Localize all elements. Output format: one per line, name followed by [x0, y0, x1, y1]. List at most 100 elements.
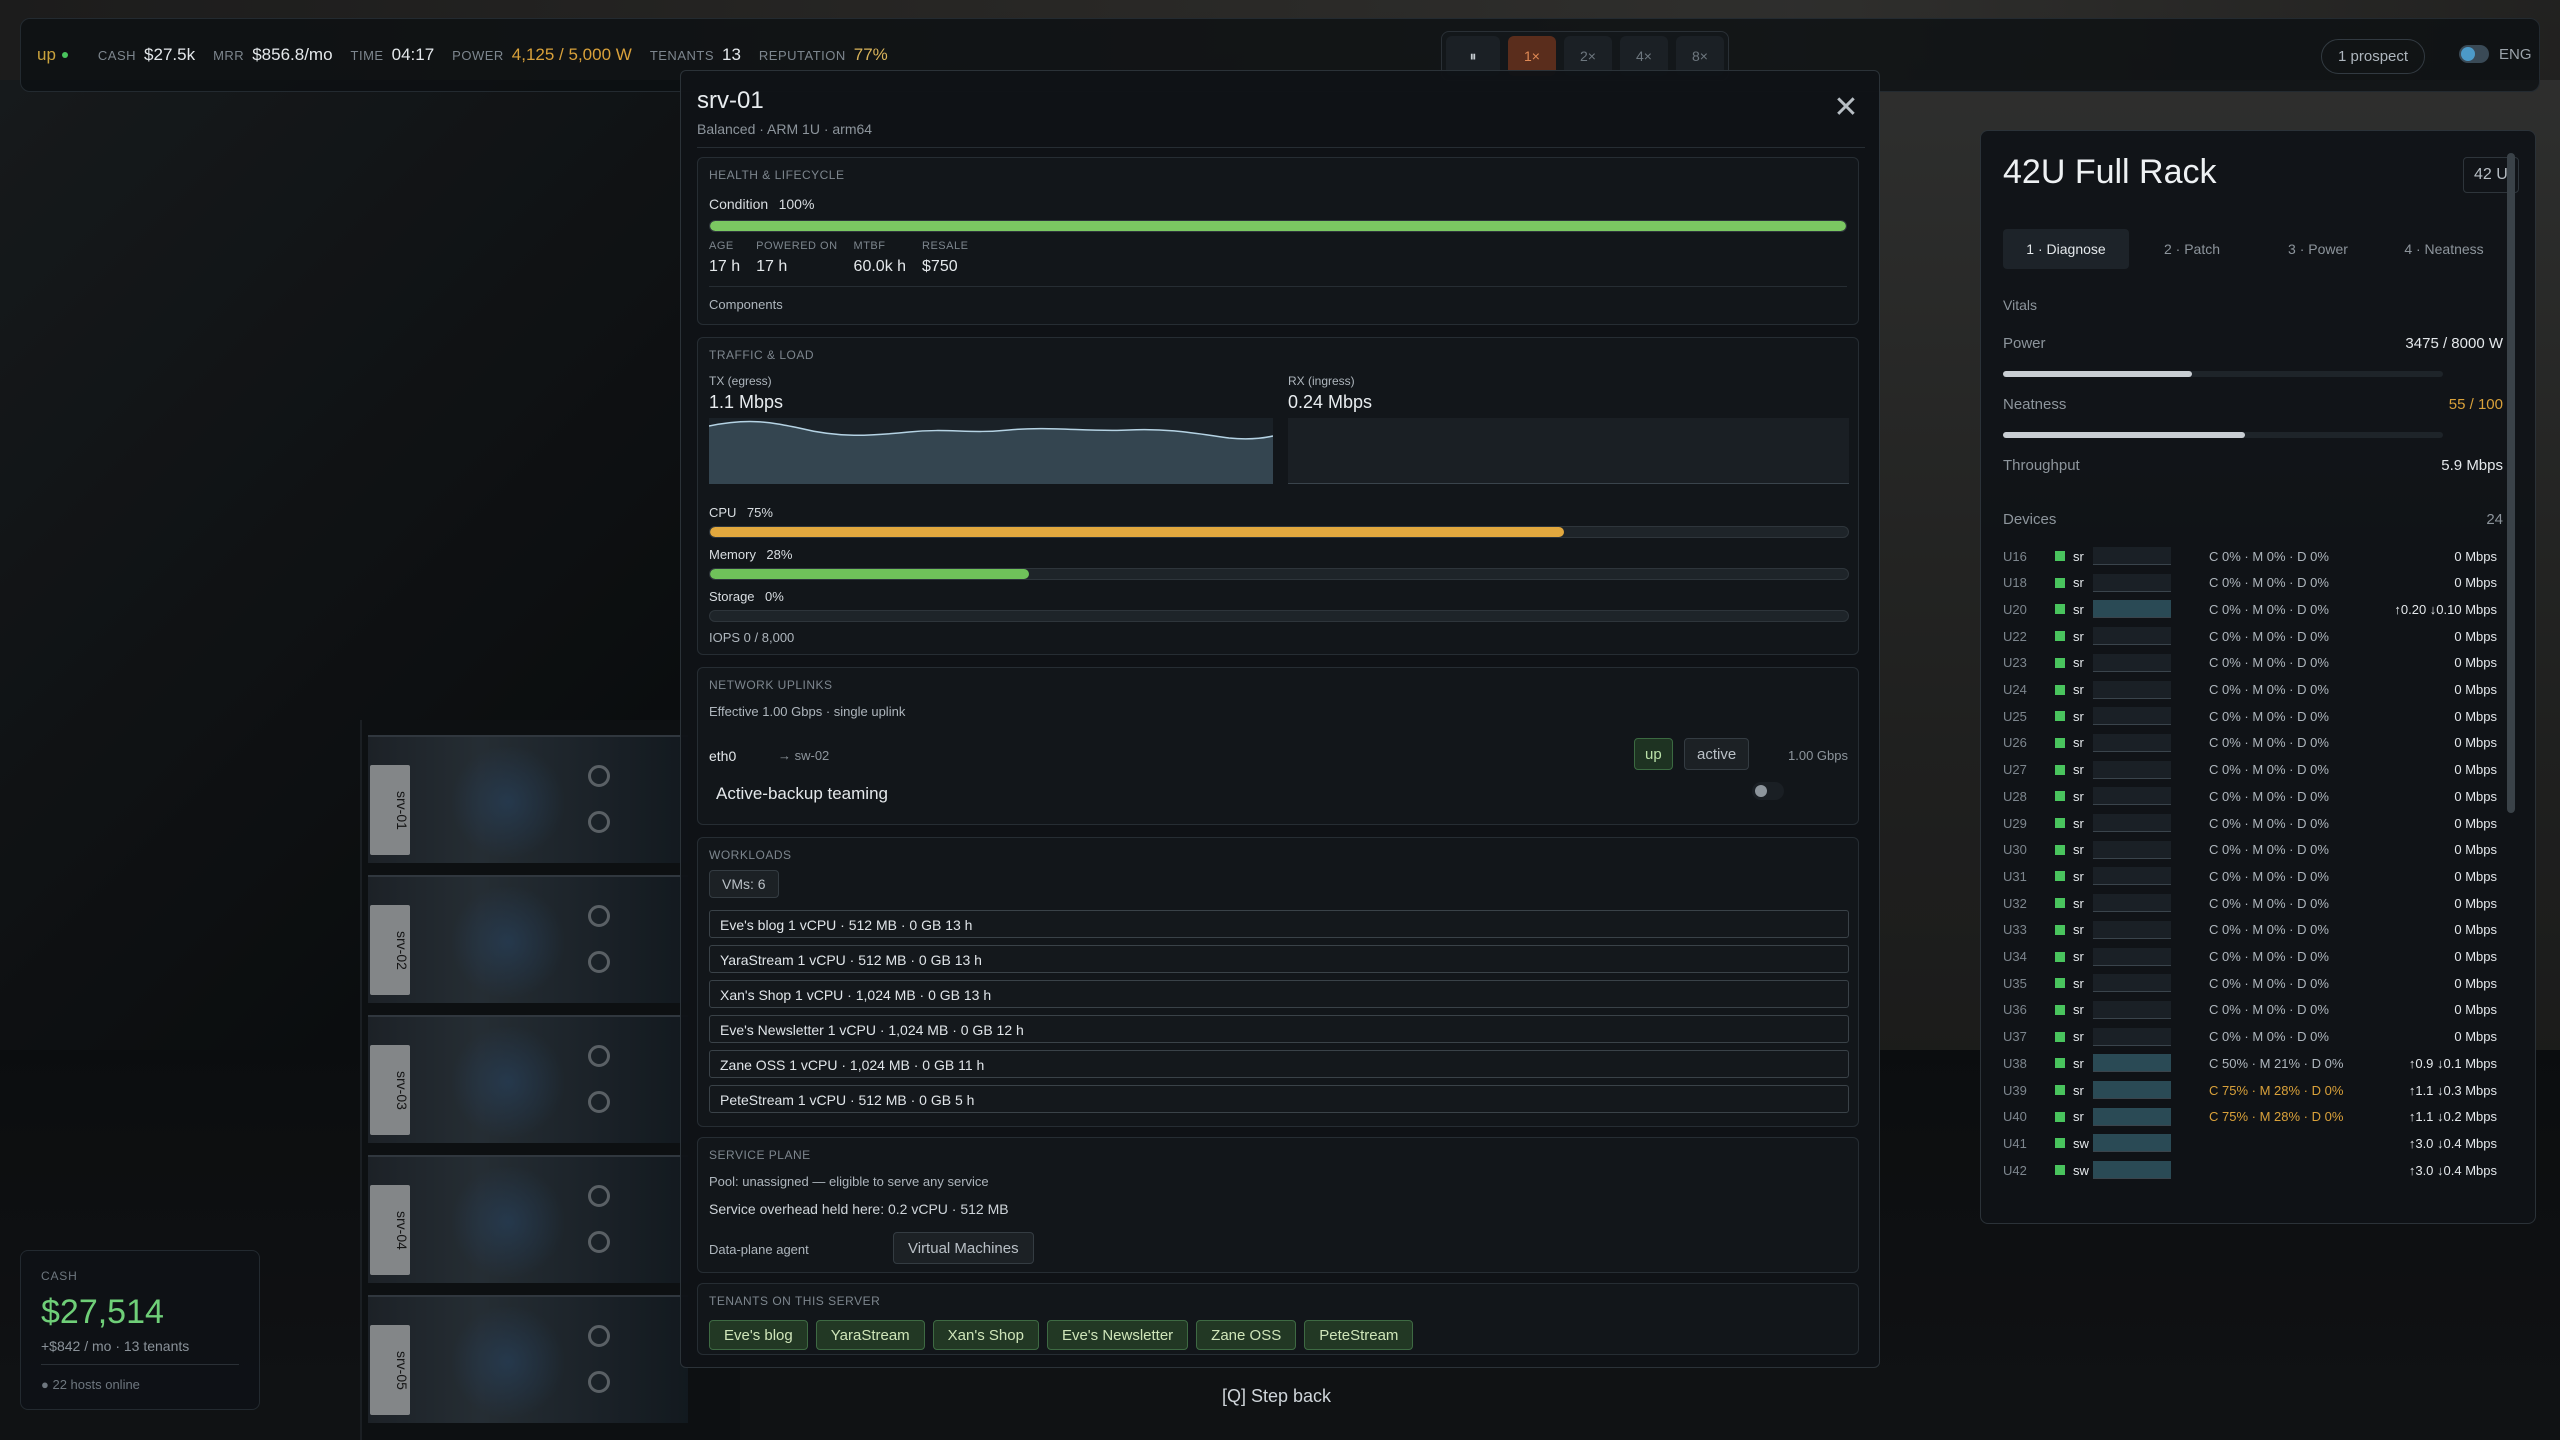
device-row[interactable]: U40 sr C 75% · M 28% · D 0% ↑1.1 ↓0.2 Mbps [2003, 1106, 2507, 1128]
device-usage: C 0% · M 0% · D 0% [2209, 842, 2329, 858]
tenant-tag[interactable]: PeteStream [1304, 1320, 1414, 1350]
hud-tenants: TENANTS 13 [650, 45, 741, 65]
device-slot: U42 [2003, 1162, 2027, 1178]
device-row[interactable]: U24 sr C 0% · M 0% · D 0% 0 Mbps [2003, 679, 2507, 701]
device-row[interactable]: U34 sr C 0% · M 0% · D 0% 0 Mbps [2003, 946, 2507, 968]
device-name: sr [2073, 1002, 2084, 1018]
rack-panel: 42U Full Rack 42 U 1 · Diagnose 2 · Patc… [1980, 130, 2536, 1224]
step-back-hint[interactable]: [Q] Step back [1222, 1386, 1331, 1407]
device-row[interactable]: U42 sw ↑3.0 ↓0.4 Mbps [2003, 1159, 2507, 1181]
device-sparkline [2093, 1134, 2171, 1153]
tenant-tag[interactable]: Xan's Shop [932, 1320, 1039, 1350]
device-row[interactable]: U31 sr C 0% · M 0% · D 0% 0 Mbps [2003, 865, 2507, 887]
tenant-tag[interactable]: Zane OSS [1196, 1320, 1297, 1350]
device-net: ↑3.0 ↓0.4 Mbps [2408, 1135, 2497, 1151]
resale-stat: RESALE $750 [922, 240, 968, 276]
device-row[interactable]: U22 sr C 0% · M 0% · D 0% 0 Mbps [2003, 625, 2507, 647]
workload-row[interactable]: YaraStream 1 vCPU · 512 MB · 0 GB 13 h [709, 945, 1849, 973]
link-speed: 1.00 Gbps [1788, 748, 1848, 763]
device-row[interactable]: U16 sr C 0% · M 0% · D 0% 0 Mbps [2003, 545, 2507, 567]
storage-value: 0% [765, 589, 784, 604]
memory-bar-fill [710, 569, 1029, 579]
device-row[interactable]: U23 sr C 0% · M 0% · D 0% 0 Mbps [2003, 652, 2507, 674]
components-toggle[interactable]: Components [709, 286, 1847, 312]
workload-row[interactable]: Eve's blog 1 vCPU · 512 MB · 0 GB 13 h [709, 910, 1849, 938]
workload-row[interactable]: Zane OSS 1 vCPU · 1,024 MB · 0 GB 11 h [709, 1050, 1849, 1078]
rack-neatness-label: Neatness [2003, 396, 2067, 413]
device-sparkline [2093, 920, 2171, 939]
device-sparkline [2093, 653, 2171, 672]
device-row[interactable]: U29 sr C 0% · M 0% · D 0% 0 Mbps [2003, 812, 2507, 834]
condition-bar-fill [710, 221, 1846, 231]
device-row[interactable]: U41 sw ↑3.0 ↓0.4 Mbps [2003, 1132, 2507, 1154]
device-slot: U18 [2003, 575, 2027, 591]
device-usage: C 0% · M 0% · D 0% [2209, 601, 2329, 617]
device-row[interactable]: U39 sr C 75% · M 28% · D 0% ↑1.1 ↓0.3 Mbps [2003, 1079, 2507, 1101]
device-slot: U40 [2003, 1109, 2027, 1125]
device-net: 0 Mbps [2454, 922, 2497, 938]
device-row[interactable]: U32 sr C 0% · M 0% · D 0% 0 Mbps [2003, 892, 2507, 914]
tenant-tag[interactable]: Eve's blog [709, 1320, 808, 1350]
device-slot: U38 [2003, 1055, 2027, 1071]
storage-label: Storage [709, 589, 755, 604]
device-name: sr [2073, 895, 2084, 911]
hud-tenants-value: 13 [721, 45, 741, 64]
link-up-badge: up [1634, 738, 1673, 770]
device-row[interactable]: U35 sr C 0% · M 0% · D 0% 0 Mbps [2003, 972, 2507, 994]
tx-value: 1.1 Mbps [709, 392, 784, 412]
device-net: ↑1.1 ↓0.3 Mbps [2408, 1082, 2497, 1098]
toggle-icon[interactable] [2459, 45, 2489, 63]
teaming-toggle[interactable] [1752, 782, 1784, 800]
device-status-icon [2055, 1138, 2065, 1149]
device-row[interactable]: U37 sr C 0% · M 0% · D 0% 0 Mbps [2003, 1026, 2507, 1048]
tab-patch[interactable]: 2 · Patch [2129, 229, 2255, 269]
device-row[interactable]: U30 sr C 0% · M 0% · D 0% 0 Mbps [2003, 839, 2507, 861]
tab-neatness[interactable]: 4 · Neatness [2381, 229, 2507, 269]
device-usage: C 0% · M 0% · D 0% [2209, 1002, 2329, 1018]
device-net: 0 Mbps [2454, 975, 2497, 991]
powered-label: POWERED ON [756, 240, 838, 252]
device-row[interactable]: U27 sr C 0% · M 0% · D 0% 0 Mbps [2003, 759, 2507, 781]
device-row[interactable]: U33 sr C 0% · M 0% · D 0% 0 Mbps [2003, 919, 2507, 941]
tenant-tag[interactable]: YaraStream [815, 1320, 925, 1350]
device-status-icon [2055, 1165, 2065, 1176]
vms-count-button[interactable]: VMs: 6 [709, 870, 779, 898]
device-row[interactable]: U25 sr C 0% · M 0% · D 0% 0 Mbps [2003, 705, 2507, 727]
rack-scrollbar[interactable] [2507, 153, 2515, 813]
device-row[interactable]: U20 sr C 0% · M 0% · D 0% ↑0.20 ↓0.10 Mbps [2003, 598, 2507, 620]
device-row[interactable]: U26 sr C 0% · M 0% · D 0% 0 Mbps [2003, 732, 2507, 754]
device-row[interactable]: U38 sr C 50% · M 21% · D 0% ↑0.9 ↓0.1 Mbps [2003, 1052, 2507, 1074]
health-title: HEALTH & LIFECYCLE [709, 168, 845, 182]
rack-power-bar [2003, 371, 2443, 377]
tenant-tag[interactable]: Eve's Newsletter [1046, 1320, 1189, 1350]
devices-count: 24 [2486, 511, 2503, 528]
device-row[interactable]: U28 sr C 0% · M 0% · D 0% 0 Mbps [2003, 785, 2507, 807]
device-row[interactable]: U36 sr C 0% · M 0% · D 0% 0 Mbps [2003, 999, 2507, 1021]
hosts-online: ● 22 hosts online [41, 1377, 140, 1392]
resale-value: $750 [922, 258, 958, 275]
device-slot: U25 [2003, 708, 2027, 724]
link-active-button[interactable]: active [1684, 738, 1750, 770]
device-net: ↑3.0 ↓0.4 Mbps [2408, 1162, 2497, 1178]
device-slot: U20 [2003, 601, 2027, 617]
agent-select[interactable]: Virtual Machines [893, 1232, 1034, 1264]
tx-label: TX (egress) [709, 374, 772, 388]
tab-power[interactable]: 3 · Power [2255, 229, 2381, 269]
device-status-icon [2055, 791, 2065, 802]
modal-title: srv-01 [697, 87, 764, 114]
workload-row[interactable]: PeteStream 1 vCPU · 512 MB · 0 GB 5 h [709, 1085, 1849, 1113]
device-name: sr [2073, 788, 2084, 804]
device-usage: C 0% · M 0% · D 0% [2209, 628, 2329, 644]
device-sparkline [2093, 1000, 2171, 1019]
device-sparkline [2093, 1054, 2171, 1073]
device-row[interactable]: U18 sr C 0% · M 0% · D 0% 0 Mbps [2003, 572, 2507, 594]
tab-diagnose[interactable]: 1 · Diagnose [2003, 229, 2129, 269]
prospect-button[interactable]: 1 prospect [2321, 39, 2426, 74]
workload-row[interactable]: Xan's Shop 1 vCPU · 1,024 MB · 0 GB 13 h [709, 980, 1849, 1008]
hud-cash-value: $27.5k [144, 45, 196, 64]
close-icon[interactable]: ✕ [1831, 93, 1861, 123]
device-sparkline [2093, 627, 2171, 646]
language-toggle[interactable]: ENG [2459, 45, 2532, 63]
workload-row[interactable]: Eve's Newsletter 1 vCPU · 1,024 MB · 0 G… [709, 1015, 1849, 1043]
device-net: 0 Mbps [2454, 1029, 2497, 1045]
